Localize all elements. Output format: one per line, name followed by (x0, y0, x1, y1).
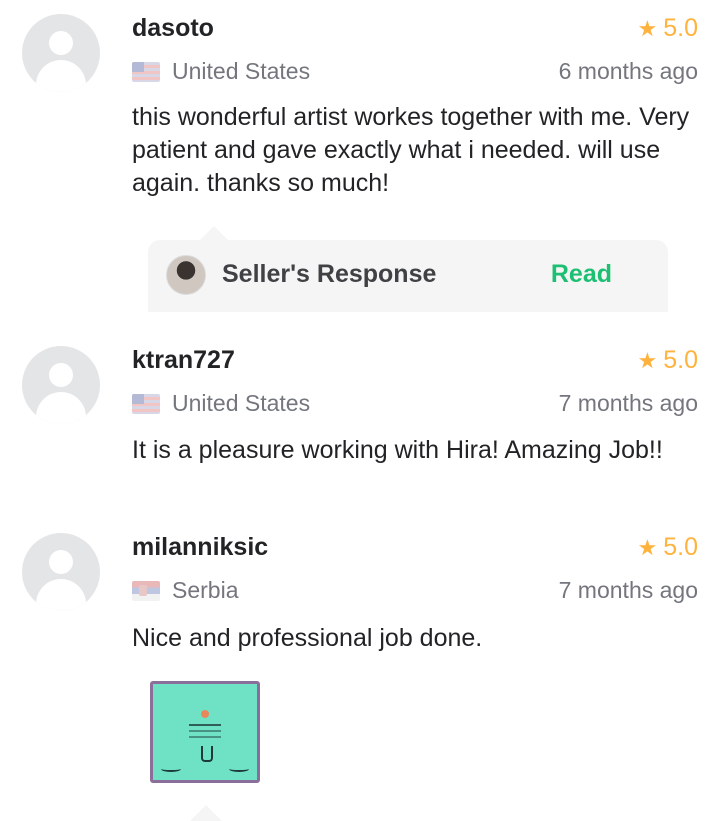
review-time: 7 months ago (558, 577, 698, 603)
us-flag-icon (132, 393, 160, 414)
rating-value: 5.0 (663, 14, 698, 42)
response-caret (200, 226, 228, 240)
seller-avatar (166, 255, 206, 295)
reviewer-username[interactable]: ktran727 (132, 346, 235, 375)
review-text: this wonderful artist workes together wi… (132, 103, 690, 197)
response-caret (190, 805, 222, 821)
review-time: 6 months ago (558, 58, 698, 84)
rating-value: 5.0 (663, 533, 698, 561)
serbia-flag-icon (132, 580, 160, 601)
portfolio-image-thumbnail[interactable] (150, 681, 260, 783)
user-avatar[interactable] (22, 346, 100, 424)
star-icon: ★ (637, 534, 658, 560)
reviewer-username[interactable]: dasoto (132, 14, 214, 43)
review-text: It is a pleasure working with Hira! Amaz… (132, 436, 663, 464)
read-response-button[interactable]: Read (551, 260, 612, 289)
rating: ★ 5.0 (638, 533, 699, 562)
rating: ★ 5.0 (638, 346, 699, 375)
seller-response[interactable]: Seller's Response Read (148, 240, 668, 312)
country-name: Serbia (172, 577, 239, 603)
reviewer-country: United States (132, 390, 310, 417)
review-time: 7 months ago (558, 390, 698, 416)
us-flag-icon (132, 61, 160, 82)
reviewer-country: United States (132, 58, 310, 85)
country-name: United States (172, 58, 311, 84)
reviewer-username[interactable]: milanniksic (132, 533, 268, 562)
user-avatar[interactable] (22, 14, 100, 92)
user-avatar[interactable] (22, 533, 100, 611)
rating: ★ 5.0 (638, 14, 699, 43)
star-icon: ★ (637, 347, 658, 373)
star-icon: ★ (637, 15, 658, 41)
seller-response-label: Seller's Response (222, 260, 437, 288)
country-name: United States (172, 390, 311, 416)
rating-value: 5.0 (663, 346, 698, 374)
review-text: Nice and professional job done. (132, 624, 483, 652)
reviewer-country: Serbia (132, 577, 238, 604)
